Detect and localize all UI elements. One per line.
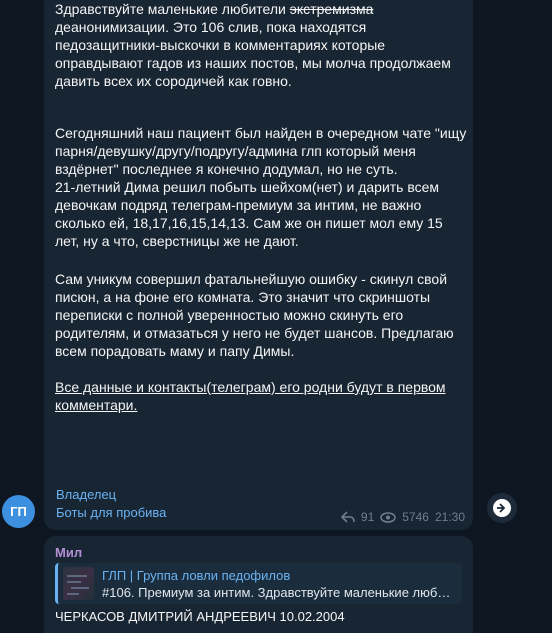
forward-arrow-icon [493, 499, 511, 517]
reply-preview[interactable]: ГЛП | Группа ловли педофилов #106. Преми… [55, 563, 462, 604]
post-meta: 91 5746 21:30 [340, 510, 465, 524]
post-paragraph-5[interactable]: Все данные и контакты(телеграм) его родн… [55, 378, 467, 414]
post-buttons: Владелец Боты для пробива [56, 486, 166, 522]
post-link-text[interactable]: Все данные и контакты(телеграм) его родн… [55, 379, 446, 413]
post-paragraph-4: Сам уникум совершил фатальнейшую ошибку … [55, 271, 454, 359]
post-paragraph-3: 21-летний Дима решил побыть шейхом(нет) … [55, 179, 443, 249]
reply-thumbnail [63, 567, 94, 600]
post-strikethrough-text: экстремизма [289, 1, 374, 17]
post-line1-prefix: Здравствуйте маленькие любители [55, 1, 290, 17]
bots-link[interactable]: Боты для пробива [56, 504, 166, 522]
comment-author[interactable]: Мил [55, 545, 82, 560]
comment-text: ЧЕРКАСОВ ДМИТРИЙ АНДРЕЕВИЧ 10.02.2004 [55, 609, 345, 624]
owner-link[interactable]: Владелец [56, 486, 166, 504]
post-line1-rest: деанонимизации. Это 106 слив, пока наход… [55, 19, 451, 89]
post-paragraph-2: Сегодняшний наш пациент был найден в оче… [55, 125, 467, 177]
reply-text: #106. Премиум за интим. Здравствуйте мал… [102, 585, 457, 600]
avatar-initials: ГП [10, 504, 27, 519]
post-paragraph-1: Здравствуйте маленькие любители экстреми… [55, 0, 467, 90]
reply-arrow-icon [340, 511, 355, 523]
channel-avatar[interactable]: ГП [2, 495, 35, 528]
views-count: 5746 [402, 510, 429, 524]
eye-icon [380, 511, 397, 523]
reply-title: ГЛП | Группа ловли педофилов [102, 568, 291, 583]
post-time: 21:30 [434, 510, 465, 524]
shares-count: 91 [360, 510, 375, 524]
forward-button[interactable] [487, 493, 517, 523]
comment-message: Мил ГЛП | Группа ловли педофилов #106. П… [44, 536, 473, 633]
channel-post: Здравствуйте маленькие любители экстреми… [44, 0, 473, 530]
